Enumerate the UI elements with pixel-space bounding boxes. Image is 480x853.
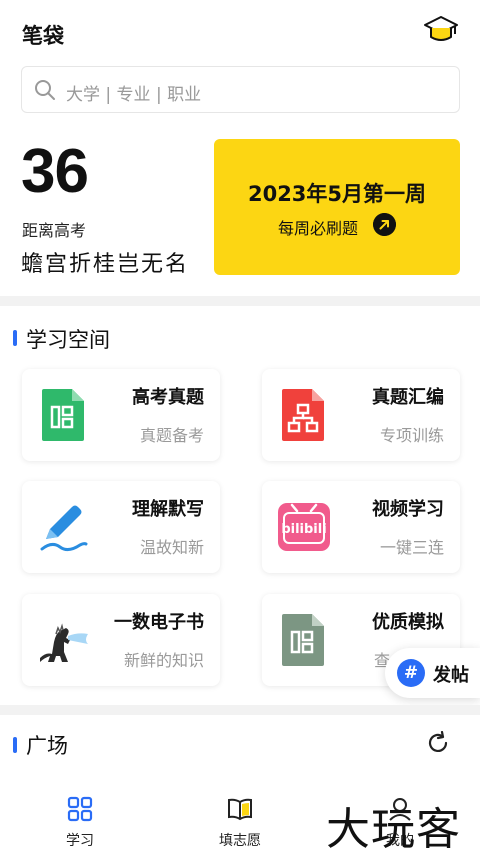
card-title: 理解默写 — [132, 499, 204, 520]
countdown-days: 36 — [21, 137, 89, 206]
weekly-practice-card[interactable]: 2023年5月第一周 每周必刷题 — [214, 139, 460, 275]
grid-icon — [67, 796, 93, 822]
card-recitation[interactable]: 理解默写 温故知新 — [22, 481, 220, 573]
search-icon — [35, 80, 55, 100]
weekly-title: 2023年5月第一周 — [247, 182, 427, 206]
search-placeholder: 大学 | 专业 | 职业 — [66, 85, 202, 105]
bilibili-icon: bilibili — [278, 503, 330, 551]
pen-writing-icon — [40, 505, 88, 552]
refresh-icon[interactable] — [426, 731, 450, 755]
search-bar[interactable]: 大学 | 专业 | 职业 — [21, 66, 460, 113]
tab-label: 学习 — [66, 833, 94, 849]
card-title: 优质模拟 — [372, 612, 444, 633]
weekly-subtitle: 每周必刷题 — [278, 219, 359, 238]
arrow-up-right-icon — [373, 213, 396, 236]
card-title: 视频学习 — [372, 499, 444, 520]
section-marker — [13, 737, 17, 753]
card-subtitle: 一键三连 — [379, 538, 444, 557]
hashtag-icon: # — [397, 659, 425, 687]
card-gaokao-exams[interactable]: 高考真题 真题备考 — [22, 369, 220, 461]
godzilla-icon — [40, 623, 88, 662]
tab-study[interactable]: 学习 — [20, 782, 140, 853]
motivational-slogan: 蟾宫折桂岂无名 — [21, 252, 190, 277]
card-subtitle: 温故知新 — [139, 538, 204, 557]
svg-text:bilibili: bilibili — [281, 522, 326, 537]
card-title: 高考真题 — [132, 387, 204, 408]
square-section-title: 广场 — [26, 734, 68, 758]
tab-label: 填志愿 — [219, 833, 261, 849]
card-subtitle: 真题备考 — [139, 426, 204, 445]
section-divider — [0, 705, 480, 715]
gray-document-icon — [282, 614, 324, 666]
card-exam-compilation[interactable]: 真题汇编 专项训练 — [262, 369, 460, 461]
countdown-label: 距离高考 — [22, 221, 87, 240]
watermark-text: 大玩客 — [326, 804, 461, 853]
post-label: 发帖 — [433, 665, 469, 686]
red-document-icon — [282, 389, 324, 441]
top-header: 笔袋 — [0, 0, 480, 64]
card-video-learning[interactable]: bilibili 视频学习 一键三连 — [262, 481, 460, 573]
book-icon — [228, 798, 252, 821]
graduation-cap-icon[interactable] — [423, 14, 459, 46]
card-subtitle: 新鲜的知识 — [123, 651, 204, 670]
section-marker — [13, 330, 17, 346]
tab-application[interactable]: 填志愿 — [180, 782, 300, 853]
card-ebook[interactable]: 一数电子书 新鲜的知识 — [22, 594, 220, 686]
post-button[interactable]: # 发帖 — [385, 648, 480, 698]
card-title: 真题汇编 — [372, 387, 444, 408]
section-divider — [0, 296, 480, 306]
card-subtitle: 专项训练 — [379, 426, 444, 445]
study-section-title: 学习空间 — [26, 328, 110, 352]
green-document-icon — [42, 389, 84, 441]
card-title: 一数电子书 — [114, 612, 204, 633]
app-title: 笔袋 — [22, 24, 64, 48]
